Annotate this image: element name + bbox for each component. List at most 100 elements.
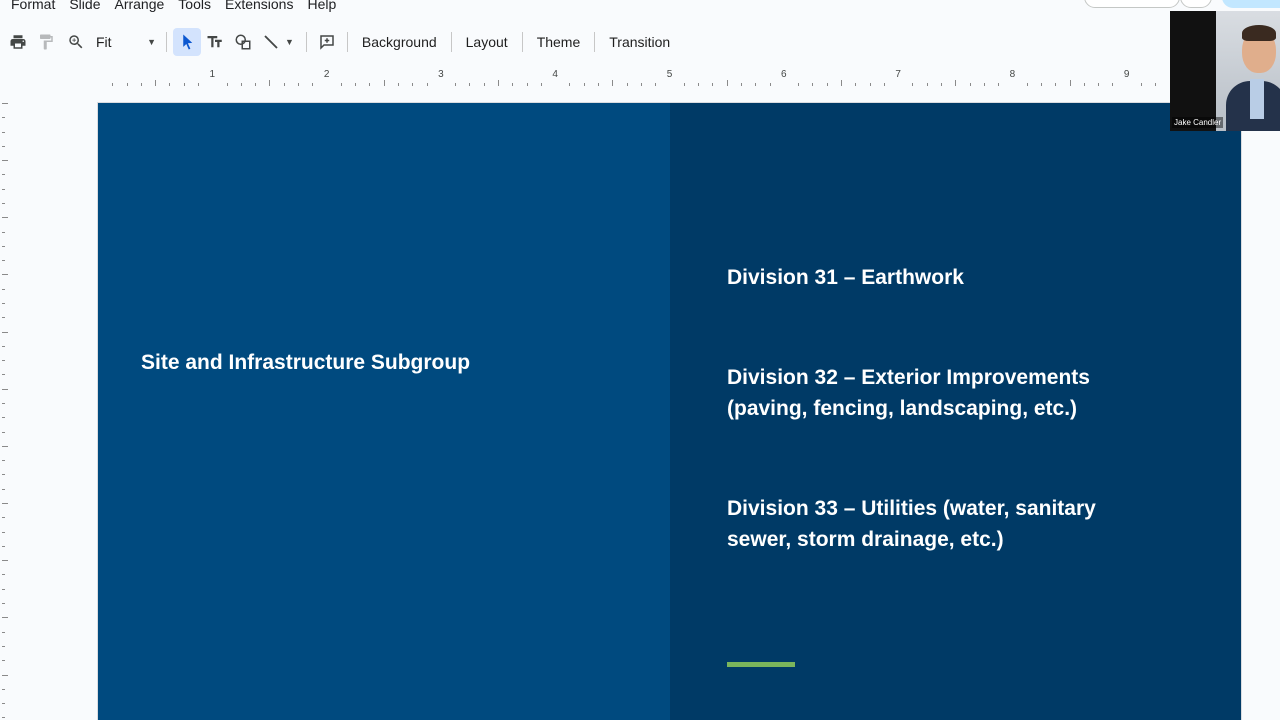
ruler-tick	[912, 83, 914, 86]
ruler-number: 2	[323, 69, 330, 80]
menu-arrange[interactable]: Arrange	[107, 0, 171, 14]
division-line: Division 33 – Utilities (water, sanitary	[727, 497, 1096, 520]
select-cursor-icon	[183, 34, 193, 50]
ruler-tick	[198, 83, 199, 86]
select-button[interactable]	[173, 28, 201, 56]
ruler-tick	[2, 460, 5, 462]
vertical-ruler[interactable]	[0, 88, 10, 720]
line-dropdown-chevron-icon[interactable]: ▼	[285, 37, 294, 47]
ruler-tick	[140, 83, 142, 86]
toolbar-divider	[305, 32, 307, 52]
ruler-tick	[2, 403, 5, 405]
line-icon	[264, 35, 278, 49]
ruler-tick	[1069, 80, 1071, 86]
toolbar: Fit ▼ ▼ Background Layout Theme Transiti…	[0, 26, 1170, 58]
participant-shirt	[1250, 79, 1264, 119]
ruler-tick	[2, 531, 5, 533]
print-icon	[10, 35, 26, 49]
ruler-tick	[926, 83, 928, 86]
ruler-tick	[1098, 83, 1100, 86]
ruler-tick	[2, 474, 5, 476]
text-box-button[interactable]	[201, 28, 229, 56]
ruler-tick	[1083, 83, 1085, 86]
ruler-tick	[2, 574, 5, 576]
slide-right-panel[interactable]: Division 31 – Earthwork Division 32 – Ex…	[670, 103, 1241, 720]
division-32-text[interactable]: Division 32 – Exterior Improvements (pav…	[727, 362, 1197, 424]
ruler-tick	[240, 83, 242, 86]
ruler-tick	[626, 83, 628, 86]
ruler-tick	[2, 660, 5, 662]
ruler-tick	[826, 83, 828, 86]
ruler-tick	[483, 83, 485, 86]
ruler-tick	[2, 431, 5, 433]
ruler-tick	[2, 317, 5, 319]
video-tile-dark-area	[1170, 11, 1216, 131]
ruler-tick	[2, 245, 5, 247]
transition-button[interactable]: Transition	[601, 28, 678, 56]
ruler-tick	[755, 83, 757, 86]
theme-button[interactable]: Theme	[529, 28, 589, 56]
ruler-tick	[2, 488, 5, 490]
slide-left-panel[interactable]: Site and Infrastructure Subgroup	[98, 103, 670, 720]
ruler-tick	[369, 83, 371, 86]
ruler-tick	[2, 603, 5, 605]
insert-comment-button[interactable]	[313, 28, 341, 56]
menu-tools[interactable]: Tools	[171, 0, 218, 14]
menu-slide[interactable]: Slide	[62, 0, 107, 14]
ruler-tick	[2, 188, 5, 190]
ruler-tick	[2, 703, 5, 705]
ruler-tick	[1155, 83, 1157, 86]
ruler-tick	[2, 445, 8, 447]
ruler-tick	[383, 80, 385, 86]
shape-button[interactable]	[229, 28, 257, 56]
ruler-number: 7	[895, 69, 901, 80]
division-33-text[interactable]: Division 33 – Utilities (water, sanitary…	[727, 493, 1197, 555]
menu-extensions[interactable]: Extensions	[218, 0, 300, 14]
ruler-tick	[2, 417, 5, 419]
participant-name: Jake Candler	[1172, 117, 1224, 128]
menu-format[interactable]: Format	[0, 0, 62, 14]
zoom-select[interactable]: Fit ▼	[90, 28, 160, 56]
ruler-tick	[2, 160, 8, 162]
slide[interactable]: Site and Infrastructure Subgroup Divisio…	[98, 103, 1241, 720]
ruler-tick	[869, 83, 871, 86]
ruler-tick	[255, 83, 257, 86]
ruler-tick	[998, 83, 1000, 86]
ruler-tick	[2, 688, 5, 690]
ruler-tick	[2, 217, 8, 219]
ruler-number: 5	[666, 69, 673, 80]
division-line: (paving, fencing, landscaping, etc.)	[727, 397, 1078, 420]
ruler-tick	[612, 80, 614, 86]
subgroup-title[interactable]: Site and Infrastructure Subgroup	[141, 351, 470, 375]
ruler-tick	[598, 83, 600, 86]
ruler-tick	[355, 83, 357, 86]
ruler-tick	[455, 83, 457, 86]
slideshow-button[interactable]	[1084, 0, 1180, 8]
ruler-tick	[712, 83, 714, 86]
ruler-number: 4	[552, 69, 558, 80]
ruler-number: 6	[781, 69, 787, 80]
chevron-down-icon: ▼	[147, 37, 156, 47]
ruler-tick	[2, 374, 5, 376]
paint-format-button[interactable]	[32, 28, 60, 56]
division-31-text[interactable]: Division 31 – Earthwork	[727, 262, 1197, 293]
ruler-tick	[526, 83, 528, 86]
ruler-tick	[155, 80, 157, 86]
horizontal-ruler[interactable]: 1 2 3 4 5 6 7 8 9	[98, 66, 1241, 88]
menu-help[interactable]: Help	[300, 0, 343, 14]
ruler-tick	[2, 631, 5, 633]
accent-bar[interactable]	[727, 662, 795, 667]
zoom-value: Fit	[96, 34, 112, 50]
background-button[interactable]: Background	[354, 28, 445, 56]
ruler-tick	[2, 503, 8, 505]
ruler-tick	[312, 83, 314, 86]
ruler-tick	[2, 131, 5, 133]
video-call-tile[interactable]: Jake Candler	[1170, 11, 1280, 131]
share-button[interactable]	[1222, 0, 1280, 8]
zoom-button[interactable]	[62, 28, 90, 56]
layout-button[interactable]: Layout	[458, 28, 516, 56]
ruler-tick	[1140, 83, 1142, 86]
ruler-tick	[2, 145, 5, 147]
line-button[interactable]	[257, 28, 285, 56]
print-button[interactable]	[4, 28, 32, 56]
